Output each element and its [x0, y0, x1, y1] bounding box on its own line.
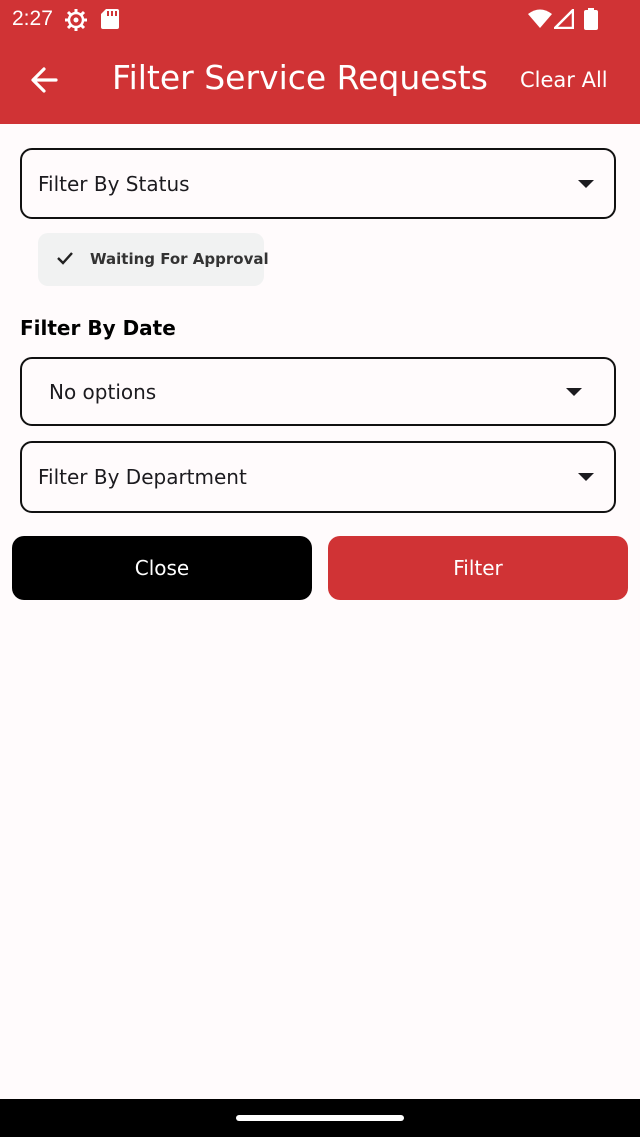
- back-arrow-icon[interactable]: [24, 60, 64, 100]
- status-filter-dropdown[interactable]: Filter By Status: [20, 148, 616, 219]
- wifi-icon: [528, 9, 552, 28]
- status-bar: 2:27: [0, 0, 640, 40]
- dropdown-arrow-icon: [578, 473, 594, 481]
- close-button[interactable]: Close: [12, 536, 312, 600]
- sd-card-icon: [101, 9, 119, 29]
- page-title: Filter Service Requests: [112, 58, 488, 97]
- battery-icon: [584, 8, 598, 30]
- date-filter-heading: Filter By Date: [20, 316, 176, 340]
- dropdown-arrow-icon: [578, 179, 594, 188]
- filter-button[interactable]: Filter: [328, 536, 628, 600]
- status-time: 2:27: [12, 7, 53, 30]
- app-bar: 2:27 Filter Service Requests Clear All: [0, 0, 640, 124]
- department-filter-dropdown[interactable]: Filter By Department: [20, 441, 616, 513]
- clear-all-button[interactable]: Clear All: [512, 66, 616, 94]
- date-filter-dropdown[interactable]: No options: [20, 357, 616, 426]
- checkmark-icon: [57, 252, 73, 265]
- system-navigation-bar: [0, 1099, 640, 1137]
- chip-label: Waiting For Approval: [90, 250, 269, 268]
- department-filter-label: Filter By Department: [38, 465, 247, 489]
- cellular-signal-icon: [554, 9, 574, 29]
- status-filter-label: Filter By Status: [38, 171, 190, 196]
- date-filter-label: No options: [49, 379, 157, 404]
- status-chip-waiting-for-approval[interactable]: Waiting For Approval: [38, 233, 269, 286]
- home-gesture-handle[interactable]: [236, 1115, 404, 1121]
- settings-gear-icon: [65, 9, 87, 31]
- dropdown-arrow-icon: [566, 387, 582, 396]
